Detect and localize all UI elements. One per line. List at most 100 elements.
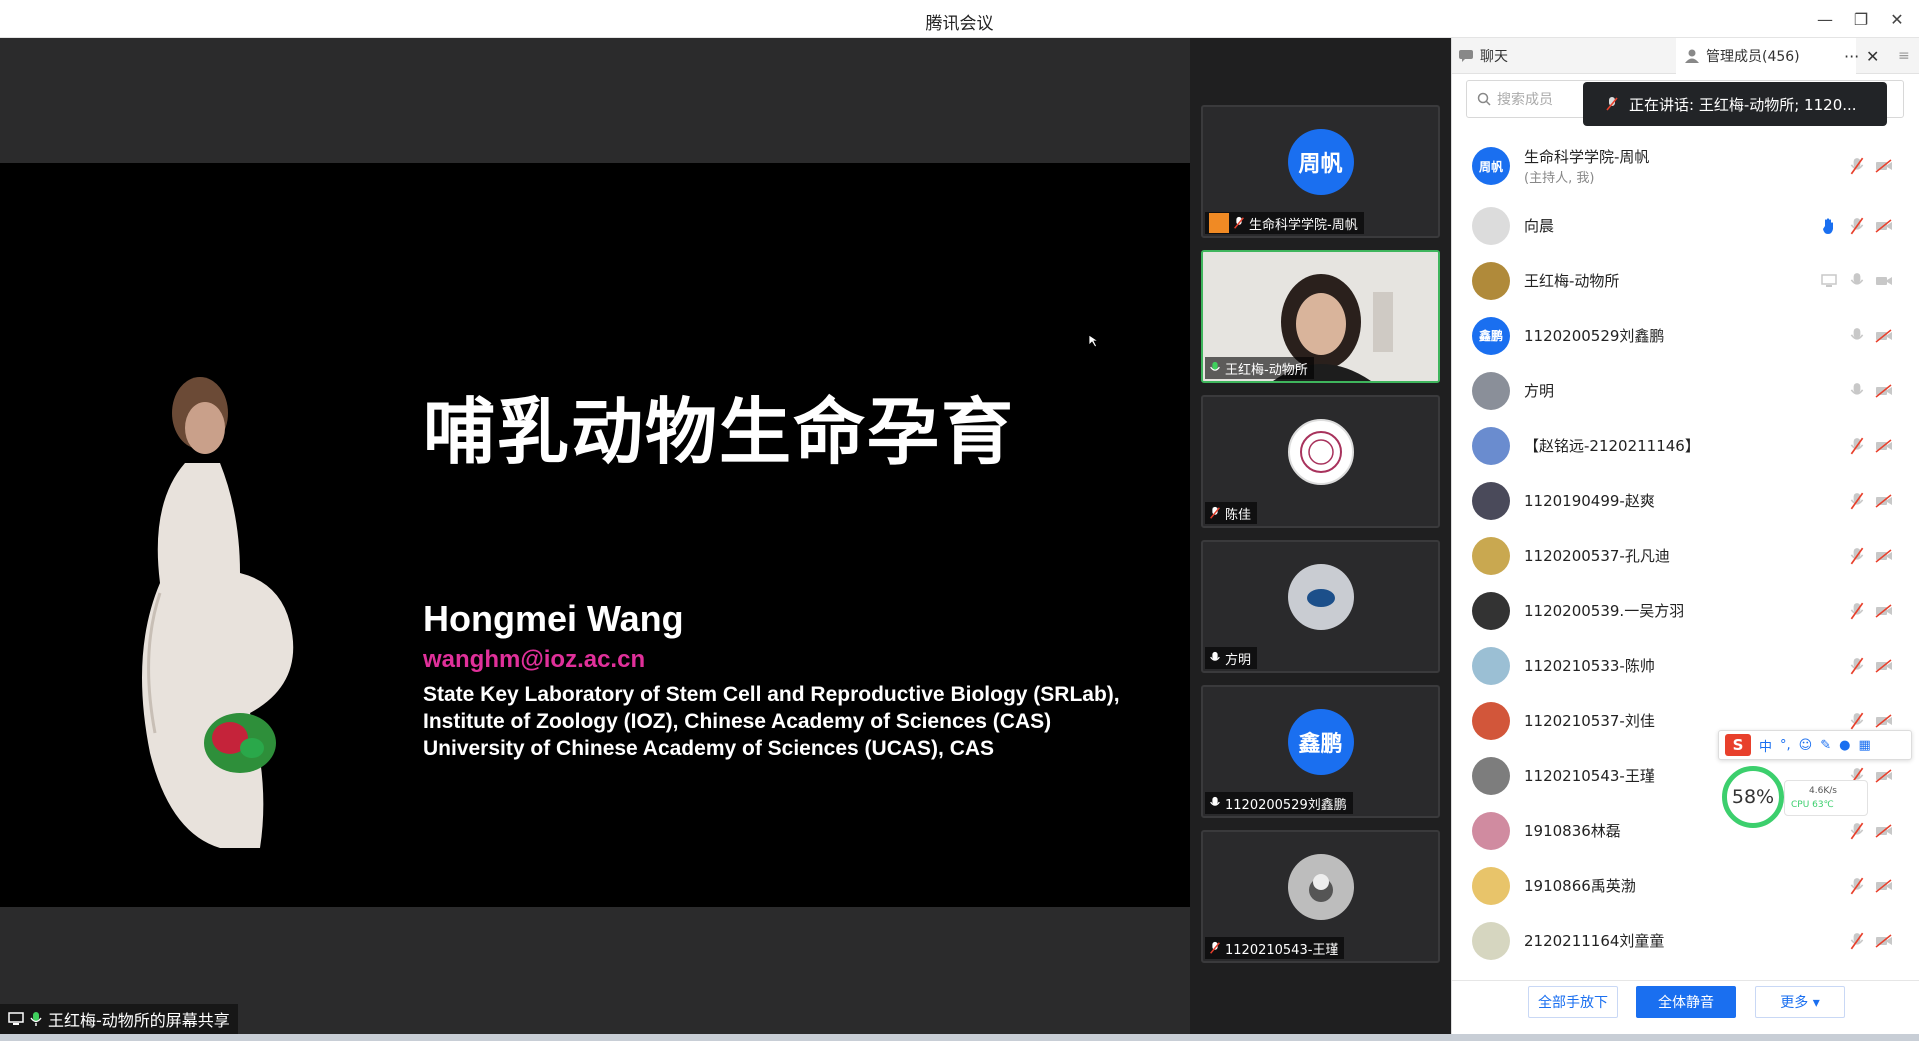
pen-icon[interactable]: ✎ bbox=[1820, 738, 1831, 753]
mic-muted-icon[interactable] bbox=[1848, 602, 1866, 620]
member-row[interactable]: 鑫鹏 1120200529刘鑫鹏 bbox=[1452, 308, 1919, 363]
video-tile-label: 1120210543-王瑾 bbox=[1205, 937, 1345, 959]
member-row[interactable]: 2120211164刘童童 bbox=[1452, 913, 1919, 968]
punctuation-icon[interactable]: °, bbox=[1780, 738, 1791, 753]
more-options-icon[interactable]: ··· bbox=[1844, 38, 1859, 74]
voice-icon[interactable]: ● bbox=[1839, 738, 1850, 753]
video-tile[interactable]: 陈佳 bbox=[1201, 395, 1440, 528]
mic-muted-icon[interactable] bbox=[1848, 877, 1866, 895]
camera-off-icon[interactable] bbox=[1875, 932, 1893, 950]
member-row[interactable]: 向晨 bbox=[1452, 198, 1919, 253]
member-avatar bbox=[1472, 756, 1510, 795]
video-column: 周帆 生命科学学院-周帆 王红梅-动物所 陈佳 方明 鑫鹏 1120200529… bbox=[1190, 38, 1451, 1038]
member-avatar bbox=[1472, 811, 1510, 850]
camera-off-icon[interactable] bbox=[1875, 437, 1893, 455]
member-row[interactable]: 1120210533-陈帅 bbox=[1452, 638, 1919, 693]
mic-muted-icon[interactable] bbox=[1848, 492, 1866, 510]
slide-author: Hongmei Wang bbox=[423, 598, 684, 639]
member-row[interactable]: 1120190499-赵爽 bbox=[1452, 473, 1919, 528]
member-name: 1910866禹英渤 bbox=[1524, 877, 1636, 895]
slide-affiliation: State Key Laboratory of Stem Cell and Re… bbox=[423, 683, 1120, 706]
mic-muted-icon[interactable] bbox=[1848, 547, 1866, 565]
camera-off-icon[interactable] bbox=[1875, 822, 1893, 840]
screen-share-icon bbox=[1820, 272, 1838, 290]
title-bar: 腾讯会议 — ❐ ✕ bbox=[0, 0, 1919, 38]
camera-off-icon[interactable] bbox=[1875, 712, 1893, 730]
member-name: 王红梅-动物所 bbox=[1524, 272, 1620, 290]
mic-muted-icon[interactable] bbox=[1848, 657, 1866, 675]
member-avatar bbox=[1472, 206, 1510, 245]
screen-share-icon bbox=[8, 1012, 24, 1025]
member-name: 1120210533-陈帅 bbox=[1524, 657, 1655, 675]
mic-on-icon[interactable] bbox=[1848, 327, 1866, 345]
search-icon bbox=[1477, 92, 1491, 106]
camera-on-icon[interactable] bbox=[1875, 272, 1893, 290]
camera-off-icon[interactable] bbox=[1875, 492, 1893, 510]
mic-on-icon bbox=[30, 1012, 42, 1026]
mute-all-button[interactable]: 全体静音 bbox=[1636, 986, 1736, 1018]
close-window-button[interactable]: ✕ bbox=[1884, 6, 1910, 32]
member-row[interactable]: 王红梅-动物所 bbox=[1452, 253, 1919, 308]
member-avatar bbox=[1472, 426, 1510, 465]
avatar-image bbox=[1306, 589, 1335, 607]
perf-info: 4.6K/s CPU 63℃ bbox=[1784, 780, 1868, 816]
mic-muted-icon[interactable] bbox=[1848, 157, 1866, 175]
video-tile-label: 1120200529刘鑫鹏 bbox=[1205, 792, 1353, 814]
avatar: 周帆 bbox=[1287, 129, 1354, 195]
camera-off-icon[interactable] bbox=[1875, 877, 1893, 895]
member-name: 1120210543-王瑾 bbox=[1524, 767, 1655, 785]
camera-off-icon[interactable] bbox=[1875, 327, 1893, 345]
grid-icon[interactable]: ▦ bbox=[1858, 738, 1870, 753]
member-row[interactable]: 周帆 生命科学学院-周帆 (主持人, 我) bbox=[1452, 134, 1919, 198]
lower-all-hands-button[interactable]: 全部手放下 bbox=[1528, 986, 1618, 1018]
mic-muted-icon[interactable] bbox=[1848, 712, 1866, 730]
camera-off-icon[interactable] bbox=[1875, 767, 1893, 785]
host-icon bbox=[1209, 213, 1229, 233]
member-avatar bbox=[1472, 701, 1510, 740]
ime-toolbar[interactable]: S 中 °, ☺ ✎ ● ▦ bbox=[1718, 730, 1912, 760]
member-row[interactable]: 方明 bbox=[1452, 363, 1919, 418]
more-button[interactable]: 更多 ▾ bbox=[1755, 986, 1845, 1018]
member-name: 1120200539.一吴方羽 bbox=[1524, 602, 1685, 620]
restore-button[interactable]: ❐ bbox=[1848, 6, 1874, 32]
camera-off-icon[interactable] bbox=[1875, 602, 1893, 620]
camera-off-icon[interactable] bbox=[1875, 547, 1893, 565]
emoji-icon[interactable]: ☺ bbox=[1799, 738, 1813, 753]
camera-off-icon[interactable] bbox=[1875, 157, 1893, 175]
mic-muted-icon[interactable] bbox=[1848, 217, 1866, 235]
member-role: (主持人, 我) bbox=[1524, 171, 1595, 186]
performance-widget[interactable]: 4.6K/s CPU 63℃ 58% bbox=[1722, 766, 1872, 830]
mic-muted-icon[interactable] bbox=[1848, 437, 1866, 455]
video-tile[interactable]: 方明 bbox=[1201, 540, 1440, 673]
close-panel-icon[interactable]: ✕ bbox=[1866, 38, 1879, 74]
speaking-tooltip: 正在讲话: 王红梅-动物所; 1120... bbox=[1583, 82, 1887, 126]
camera-off-icon[interactable] bbox=[1875, 382, 1893, 400]
menu-icon[interactable]: ≡ bbox=[1898, 38, 1910, 74]
pregnant-woman-image bbox=[142, 377, 294, 848]
tab-chat[interactable]: 聊天 bbox=[1458, 38, 1508, 74]
mic-muted-icon[interactable] bbox=[1848, 932, 1866, 950]
video-tile[interactable]: 周帆 生命科学学院-周帆 bbox=[1201, 105, 1440, 238]
mic-on-icon[interactable] bbox=[1848, 272, 1866, 290]
window-title: 腾讯会议 bbox=[925, 14, 994, 34]
camera-off-icon[interactable] bbox=[1875, 217, 1893, 235]
member-name: 1120190499-赵爽 bbox=[1524, 492, 1655, 510]
minimize-button[interactable]: — bbox=[1812, 6, 1838, 32]
tab-members[interactable]: 管理成员(456) bbox=[1676, 38, 1856, 74]
camera-off-icon[interactable] bbox=[1875, 657, 1893, 675]
video-tile[interactable]: 1120210543-王瑾 bbox=[1201, 830, 1440, 963]
taskbar bbox=[0, 1034, 1919, 1041]
member-row[interactable]: 1120200539.一吴方羽 bbox=[1452, 583, 1919, 638]
mic-on-icon[interactable] bbox=[1848, 382, 1866, 400]
raised-hand-icon[interactable] bbox=[1820, 217, 1838, 235]
video-tile[interactable]: 鑫鹏 1120200529刘鑫鹏 bbox=[1201, 685, 1440, 818]
cpu-temp: CPU 63℃ bbox=[1791, 800, 1834, 810]
mic-muted-icon bbox=[1606, 97, 1618, 111]
member-row[interactable]: 1120200537-孔凡迪 bbox=[1452, 528, 1919, 583]
member-row[interactable]: 1910866禹英渤 bbox=[1452, 858, 1919, 913]
avatar bbox=[1287, 564, 1354, 630]
screen-share-text: 王红梅-动物所的屏幕共享 bbox=[48, 1011, 230, 1030]
ime-language-toggle[interactable]: 中 bbox=[1759, 736, 1772, 755]
video-tile[interactable]: 王红梅-动物所 bbox=[1201, 250, 1440, 383]
member-row[interactable]: 【赵铭远-2120211146】 bbox=[1452, 418, 1919, 473]
